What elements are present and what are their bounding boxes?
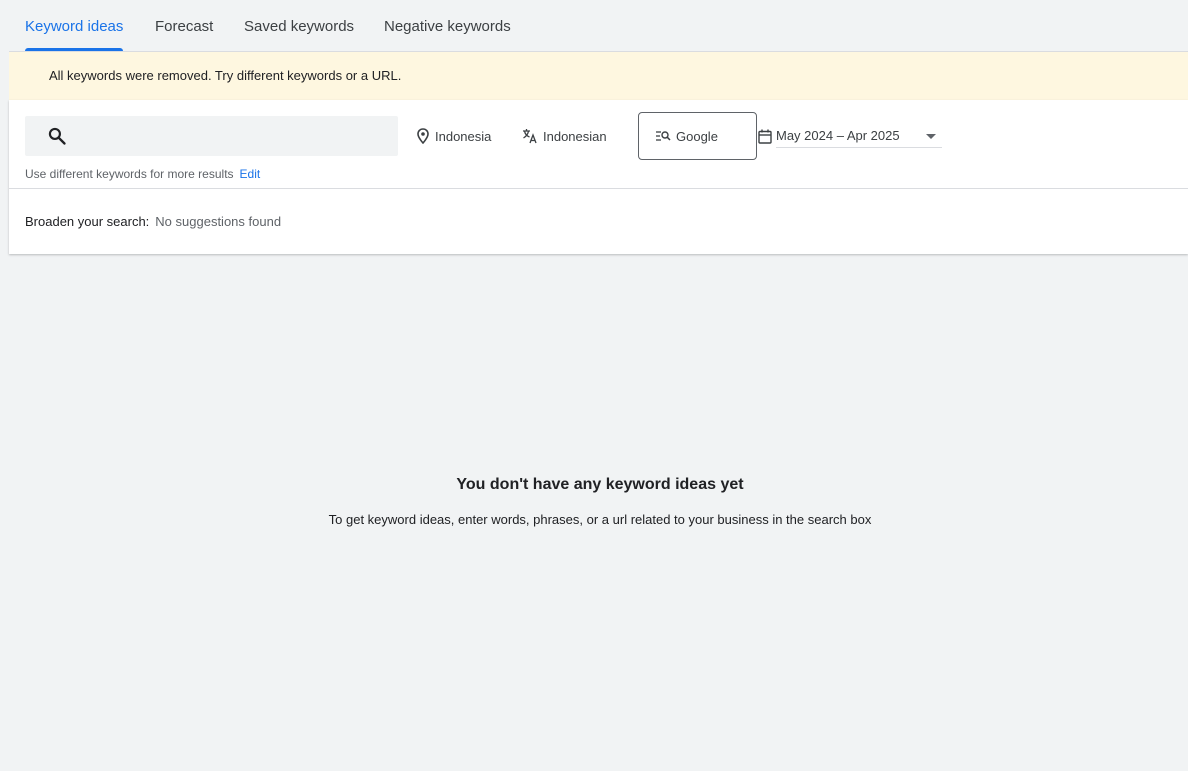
edit-link[interactable]: Edit bbox=[240, 167, 261, 181]
search-network-label: Google bbox=[676, 128, 718, 144]
search-network-button[interactable]: Google bbox=[638, 112, 757, 160]
chevron-down-icon bbox=[926, 134, 936, 139]
broaden-value: No suggestions found bbox=[155, 214, 282, 229]
tab-bar: Keyword ideas Forecast Saved keywords Ne… bbox=[9, 0, 1188, 52]
banner-message: All keywords were removed. Try different… bbox=[49, 68, 402, 83]
location-pin-icon bbox=[417, 128, 429, 144]
date-range-picker[interactable]: May 2024 – Apr 2025 bbox=[758, 124, 942, 148]
notification-banner: All keywords were removed. Try different… bbox=[9, 52, 1188, 100]
location-label: Indonesia bbox=[435, 128, 492, 144]
tab-negative-keywords[interactable]: Negative keywords bbox=[384, 0, 511, 51]
translate-icon bbox=[523, 129, 537, 144]
date-range-label: May 2024 – Apr 2025 bbox=[776, 128, 900, 143]
location-filter[interactable]: Indonesia bbox=[416, 120, 491, 152]
calendar-icon bbox=[758, 129, 772, 144]
search-hint: Use different keywords for more results E… bbox=[25, 167, 260, 181]
keyword-search-input[interactable] bbox=[25, 116, 398, 156]
search-network-icon bbox=[656, 131, 671, 141]
date-range-field[interactable]: May 2024 – Apr 2025 bbox=[776, 124, 942, 148]
tab-saved-keywords[interactable]: Saved keywords bbox=[244, 0, 354, 51]
tab-forecast[interactable]: Forecast bbox=[155, 0, 213, 51]
broaden-search: Broaden your search: No suggestions found bbox=[25, 214, 281, 229]
divider bbox=[9, 188, 1188, 189]
empty-state-title: You don't have any keyword ideas yet bbox=[456, 476, 744, 493]
search-icon bbox=[48, 127, 66, 145]
search-hint-text: Use different keywords for more results bbox=[25, 167, 234, 181]
language-filter[interactable]: Indonesian bbox=[522, 120, 607, 152]
tab-keyword-ideas[interactable]: Keyword ideas bbox=[25, 0, 124, 51]
broaden-label: Broaden your search: bbox=[25, 214, 150, 229]
language-label: Indonesian bbox=[543, 128, 607, 144]
search-panel: Indonesia Indonesian Google May 2024 – A… bbox=[9, 100, 1188, 254]
empty-state-subtitle: To get keyword ideas, enter words, phras… bbox=[328, 512, 872, 527]
